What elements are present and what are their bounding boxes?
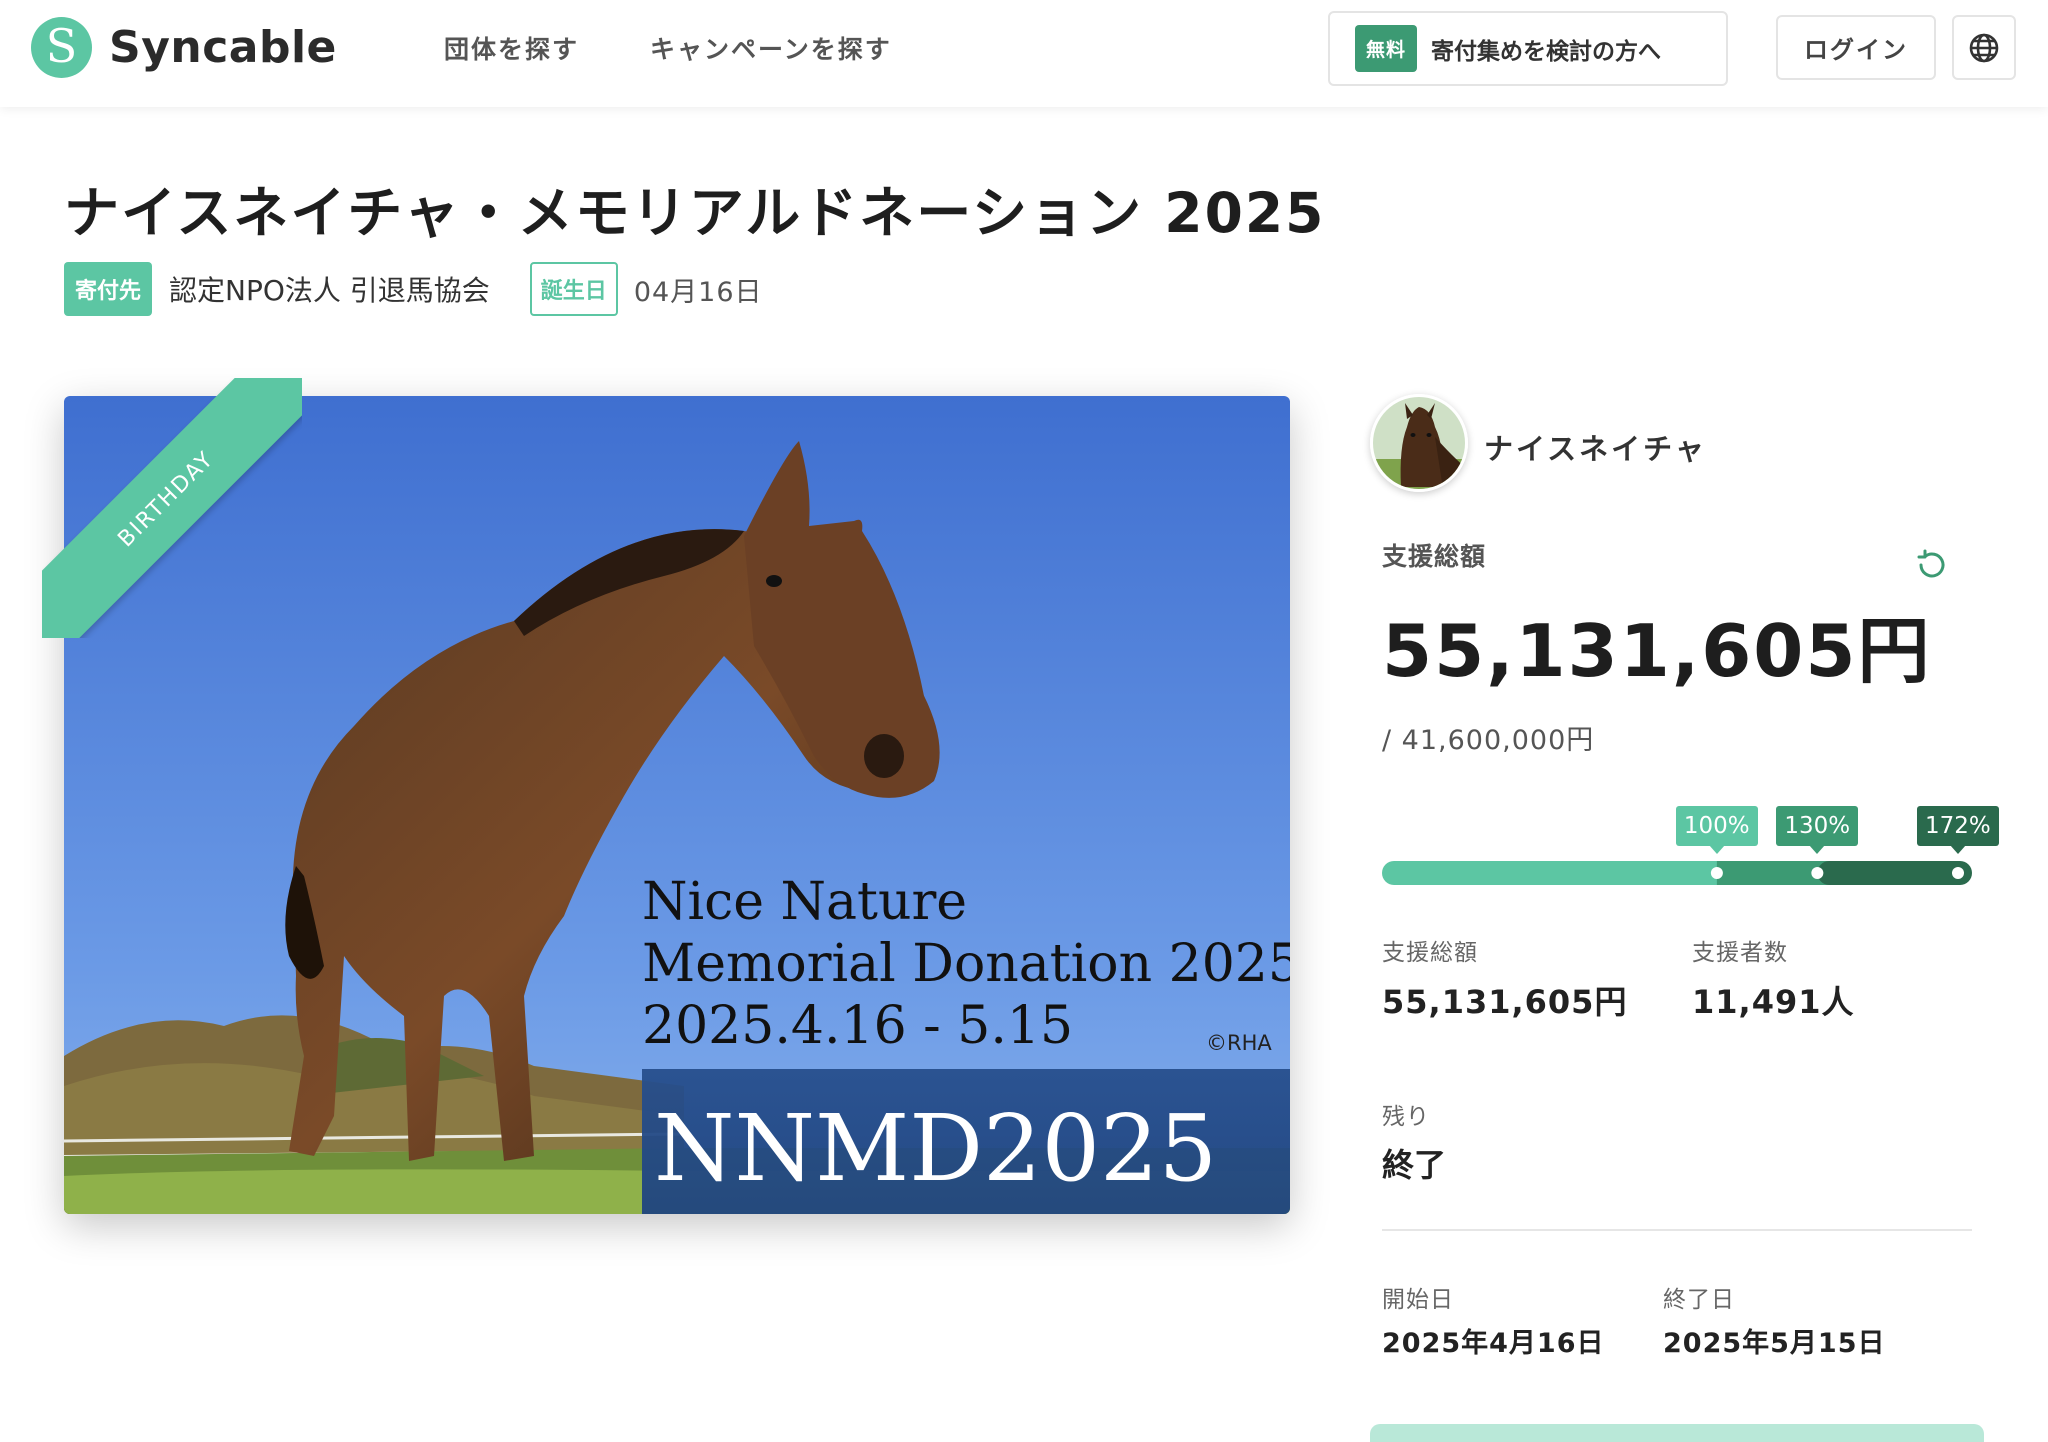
divider: [1382, 1229, 1972, 1231]
recipient-tag: 寄付先: [64, 262, 153, 316]
nav-find-campaigns[interactable]: キャンペーンを探す: [650, 30, 892, 66]
recipient-organization-link[interactable]: 認定NPO法人 引退馬協会: [169, 269, 490, 309]
fundraising-info-label: 寄付集めを検討の方へ: [1431, 38, 1662, 65]
campaign-hero-image: Nice Nature Memorial Donation 2025 2025.…: [64, 396, 1290, 1214]
progress-segment: [1817, 861, 1972, 885]
support-button[interactable]: [1370, 1424, 1984, 1442]
photo-credit: ©RHA: [1206, 1031, 1272, 1055]
hero-banner-text: NNMD2025: [654, 1095, 1217, 1202]
stats-supporters-label: 支援者数: [1692, 940, 1788, 966]
progress-segment: [1382, 861, 1729, 885]
globe-icon: [1969, 33, 1999, 62]
hero-line-2: Memorial Donation 2025: [642, 934, 1290, 994]
hero-line-1: Nice Nature: [642, 872, 967, 932]
milestone-130: 130%: [1776, 806, 1859, 854]
progress-bar: [1382, 861, 1972, 885]
start-date-label: 開始日: [1382, 1287, 1454, 1313]
stats-amount-value: 55,131,605円: [1382, 983, 1628, 1021]
stats-supporters-value: 11,491人: [1692, 983, 1855, 1021]
refresh-icon[interactable]: [1914, 548, 1948, 582]
progress-milestone-dot: [1952, 867, 1964, 879]
birthday-tag: 誕生日: [529, 262, 618, 316]
campaign-meta: 寄付先 認定NPO法人 引退馬協会 誕生日 04月16日: [64, 262, 763, 316]
avatar[interactable]: [1370, 394, 1468, 492]
remaining-value: 終了: [1382, 1146, 1447, 1184]
hero-line-3: 2025.4.16 - 5.15: [642, 996, 1073, 1056]
end-date-label: 終了日: [1663, 1287, 1735, 1313]
total-amount: 55,131,605円: [1382, 609, 1932, 693]
logo-mark-icon: S: [31, 17, 92, 78]
horse-photo: Nice Nature Memorial Donation 2025 2025.…: [64, 396, 1290, 1214]
milestone-172: 172%: [1917, 806, 1999, 854]
milestone-100: 100%: [1675, 806, 1758, 854]
goal-amount: / 41,600,000円: [1382, 725, 1595, 756]
site-header: S Syncable 団体を探す キャンペーンを探す 無料 寄付集めを検討の方へ…: [0, 0, 2048, 107]
logo-text: Syncable: [109, 22, 337, 73]
language-button[interactable]: [1952, 15, 2016, 80]
progress-milestone-dot: [1811, 867, 1824, 879]
site-logo[interactable]: S Syncable: [31, 17, 337, 78]
remaining-label: 残り: [1382, 1104, 1430, 1130]
start-date-value: 2025年4月16日: [1382, 1328, 1605, 1359]
fundraising-info-button[interactable]: 無料 寄付集めを検討の方へ: [1328, 11, 1728, 86]
end-date-value: 2025年5月15日: [1663, 1328, 1886, 1359]
stats-amount-label: 支援総額: [1382, 940, 1478, 966]
free-badge: 無料: [1355, 25, 1418, 72]
login-button[interactable]: ログイン: [1776, 15, 1936, 80]
owner-name[interactable]: ナイスネイチャ: [1484, 426, 1707, 468]
total-label: 支援総額: [1382, 542, 1487, 571]
progress-milestone-dot: [1710, 867, 1723, 879]
birthday-date: 04月16日: [633, 276, 763, 308]
page-title: ナイスネイチャ・メモリアルドネーション 2025: [64, 181, 1326, 245]
nav-find-organizations[interactable]: 団体を探す: [444, 30, 579, 66]
